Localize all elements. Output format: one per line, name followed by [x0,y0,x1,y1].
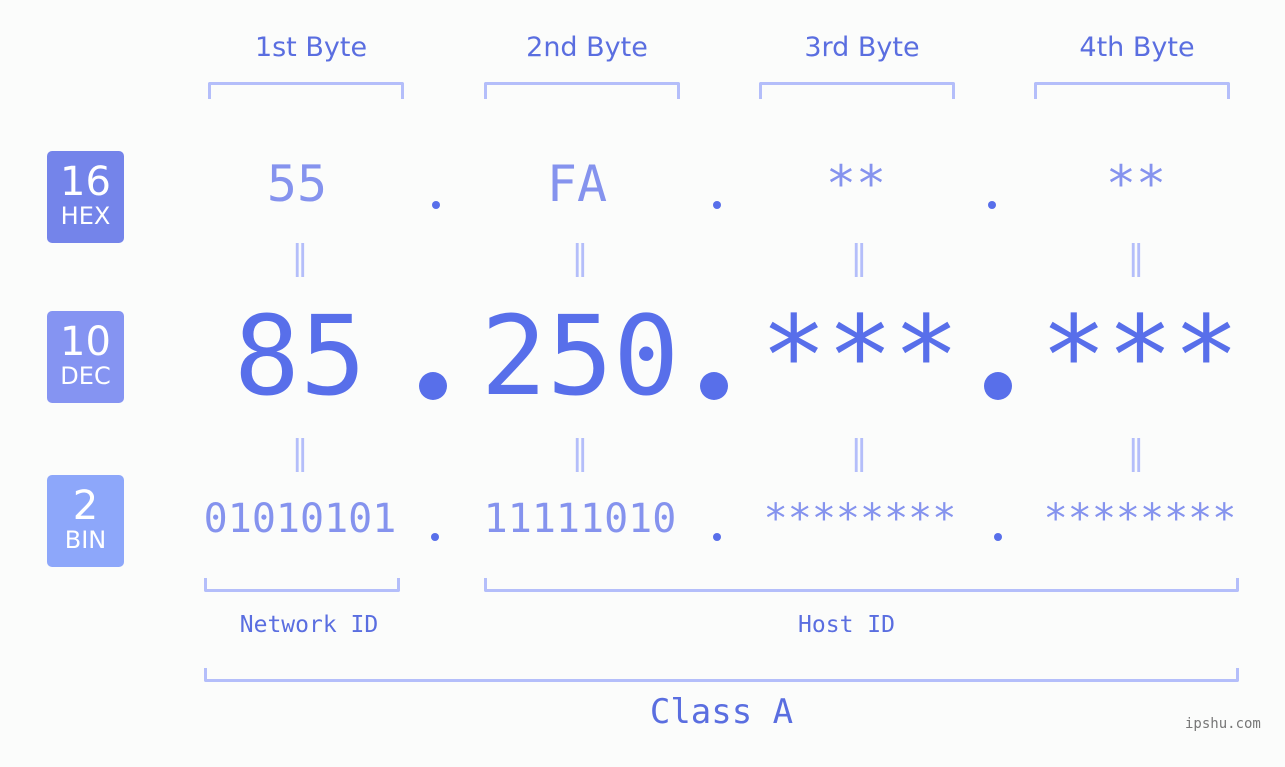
dec-byte-2: 250 [480,292,680,420]
dec-badge-number: 10 [60,319,111,365]
equals-sign: ‖ [1127,433,1145,473]
bin-dot-2 [713,533,721,541]
equals-sign: ‖ [571,433,589,473]
equals-sign: ‖ [291,238,309,278]
hex-byte-3: ** [825,155,887,213]
hex-byte-2: FA [546,155,608,213]
bin-byte-1: 01010101 [203,496,397,542]
bin-byte-3: ******** [763,496,957,542]
equals-sign: ‖ [850,433,868,473]
hex-badge-label: HEX [60,202,111,230]
bin-badge-label: BIN [64,526,107,554]
bin-badge-number: 2 [72,483,99,529]
hex-dot-1 [432,201,440,209]
dec-badge-label: DEC [60,362,111,390]
dec-byte-4: *** [1040,292,1240,420]
byte-header-3: 3rd Byte [804,32,920,63]
byte-bracket-3 [759,82,955,99]
hex-badge-number: 16 [60,159,111,205]
network-id-bracket [204,578,400,592]
equals-sign: ‖ [571,238,589,278]
dec-byte-3: *** [760,292,960,420]
byte-header-2: 2nd Byte [526,32,648,63]
hex-badge: 16 HEX [47,151,124,243]
hex-byte-1: 55 [266,155,328,213]
bin-dot-3 [994,533,1002,541]
dec-dot-1 [419,372,447,400]
byte-bracket-1 [208,82,404,99]
equals-sign: ‖ [291,433,309,473]
dec-byte-1: 85 [233,292,367,420]
byte-bracket-2 [484,82,680,99]
class-bracket [204,668,1239,682]
hex-dot-3 [988,201,996,209]
dec-dot-2 [700,372,728,400]
byte-bracket-4 [1034,82,1230,99]
class-label: Class A [649,692,794,732]
host-id-label: Host ID [798,612,895,638]
bin-byte-4: ******** [1043,496,1237,542]
dec-badge: 10 DEC [47,311,124,403]
equals-sign: ‖ [1127,238,1145,278]
equals-sign: ‖ [850,238,868,278]
hex-dot-2 [713,201,721,209]
bin-badge: 2 BIN [47,475,124,567]
byte-header-1: 1st Byte [254,32,368,63]
dec-dot-3 [984,372,1012,400]
host-id-bracket [484,578,1239,592]
bin-dot-1 [431,533,439,541]
watermark: ipshu.com [1185,716,1261,732]
byte-header-4: 4th Byte [1079,32,1195,63]
network-id-label: Network ID [239,612,379,638]
hex-byte-4: ** [1105,155,1167,213]
bin-byte-2: 11111010 [483,496,677,542]
